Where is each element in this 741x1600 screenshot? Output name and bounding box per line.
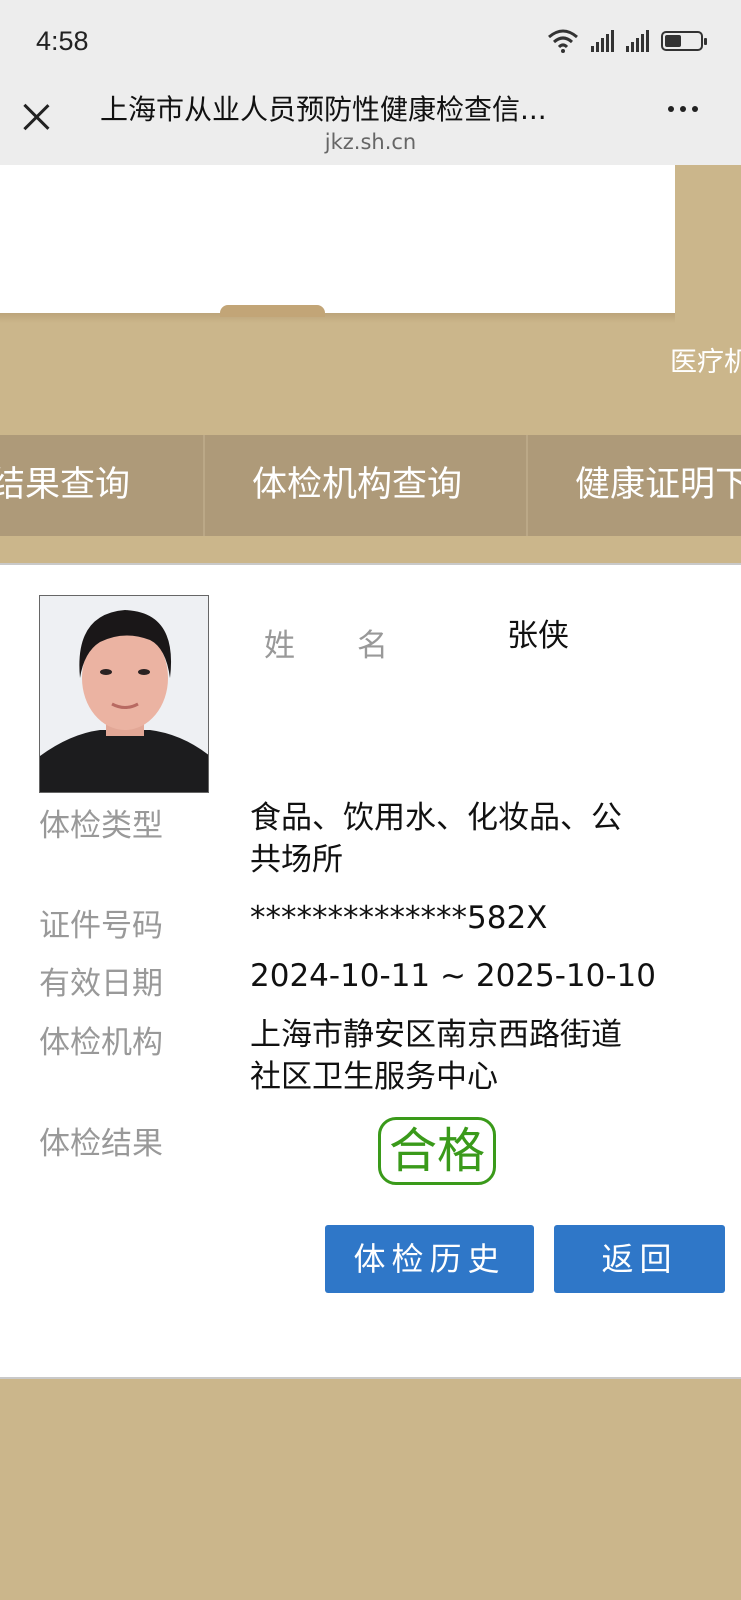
page-title: 上海市从业人员预防性健康检查信... [100, 93, 547, 126]
exam-type-line: 食品、饮用水、化妆品、公 [250, 800, 622, 836]
exam-history-button[interactable]: 体检历史 [325, 1225, 534, 1293]
banner-image [0, 165, 675, 313]
institution-line: 社区卫生服务中心 [250, 1059, 498, 1095]
nav-divider [203, 435, 205, 536]
institution-label: 体检机构 [39, 1025, 163, 1061]
wifi-icon [548, 29, 578, 53]
banner: 医疗机 [0, 165, 741, 435]
battery-icon [661, 31, 707, 51]
top-nav: 结果查询 体检机构查询 健康证明下 [0, 435, 741, 536]
signal-icon [591, 30, 614, 52]
name-label: 姓 名 [264, 628, 388, 664]
footer-area [0, 1379, 741, 1600]
validity-value: 2024-10-11 ~ 2025-10-10 [250, 958, 656, 994]
nav-item-health-certificate[interactable]: 健康证明下 [575, 435, 741, 536]
app-header: 4:58 上海市从业人员预防性健康检查信... jkz.sh.cn [0, 0, 741, 165]
id-photo [39, 595, 209, 793]
banner-divider [0, 313, 675, 323]
nav-item-institution-query[interactable]: 体检机构查询 [252, 435, 462, 536]
nav-divider [526, 435, 528, 536]
banner-text: 医疗机 [670, 347, 741, 378]
id-number-value: **************582X [250, 900, 548, 936]
status-icons [547, 26, 707, 56]
status-time: 4:58 [36, 26, 89, 56]
back-button[interactable]: 返回 [554, 1225, 725, 1293]
exam-type-value: 食品、饮用水、化妆品、公 共场所 [250, 797, 622, 881]
more-menu-icon[interactable] [668, 106, 698, 112]
close-icon[interactable] [20, 100, 52, 132]
signal-icon [626, 30, 649, 52]
banner-tab [220, 305, 325, 317]
result-label: 体检结果 [39, 1126, 163, 1162]
institution-value: 上海市静安区南京西路街道 社区卫生服务中心 [250, 1014, 622, 1098]
validity-label: 有效日期 [39, 966, 163, 1002]
nav-item-result-query[interactable]: 结果查询 [0, 435, 130, 536]
id-number-label: 证件号码 [39, 908, 163, 944]
exam-type-line: 共场所 [250, 842, 343, 878]
record-card: 姓 名 张侠 体检类型 食品、饮用水、化妆品、公 共场所 证件号码 ******… [0, 563, 741, 1379]
exam-type-label: 体检类型 [39, 808, 163, 844]
institution-line: 上海市静安区南京西路街道 [250, 1017, 622, 1053]
name-value: 张侠 [507, 618, 569, 654]
page-url: jkz.sh.cn [324, 130, 417, 154]
result-stamp: 合格 [378, 1117, 496, 1185]
